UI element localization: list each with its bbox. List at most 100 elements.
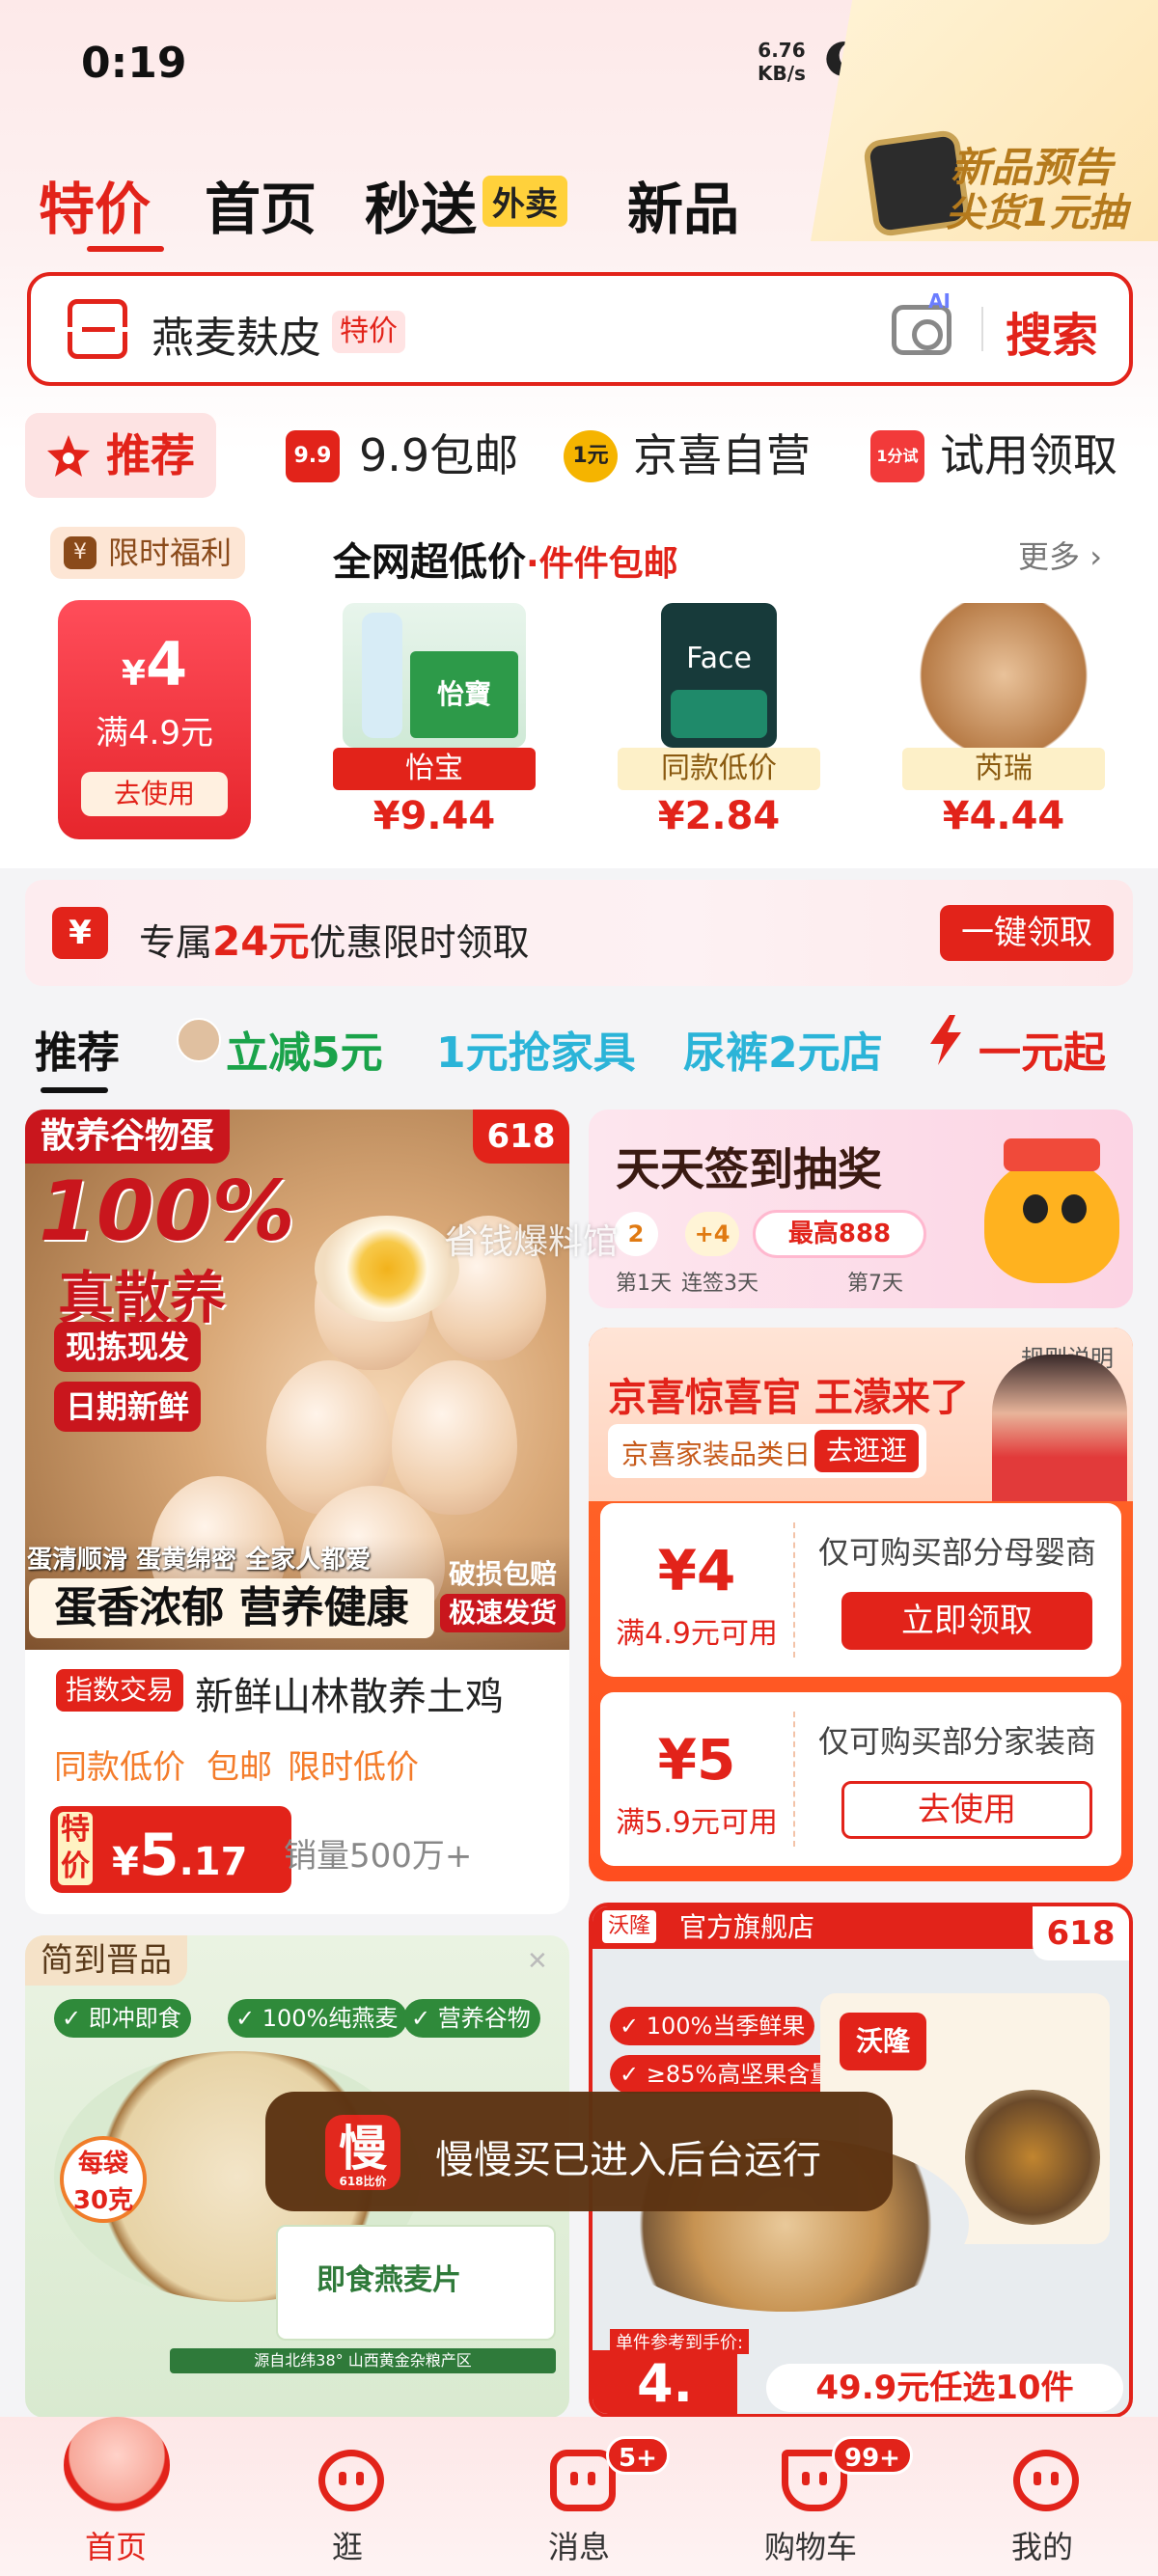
feed-tab-recommend[interactable]: 推荐	[35, 1018, 120, 1093]
category-jingxi-self[interactable]: 1元 京喜自营	[564, 413, 811, 498]
ai-label: AI	[928, 289, 951, 313]
egg-slogan: 蛋香浓郁 营养健康	[29, 1578, 434, 1638]
eggs-image	[912, 603, 1095, 748]
takeout-badge: 外卖	[482, 176, 567, 227]
checkin-title: 天天签到抽奖	[616, 1143, 882, 1195]
claim-now-button[interactable]: 立即领取	[841, 1592, 1092, 1650]
product-eggs[interactable]: 芮瑞 ¥4.44	[902, 603, 1105, 844]
egg-ribbon: 散养谷物蛋	[25, 1110, 231, 1164]
search-bar[interactable]: 燕麦麸皮 特价 AI 搜索	[27, 272, 1133, 386]
mascot-home-icon	[64, 2417, 170, 2513]
trial-icon: 1分试	[870, 430, 924, 482]
egg-strip: 蛋清顺滑 蛋黄绵密 全家人都爱	[27, 1546, 372, 1575]
nav-browse[interactable]: 逛	[261, 2417, 434, 2576]
egg-badge: 现拣现发	[54, 1322, 202, 1372]
messages-badge: 5+	[606, 2436, 670, 2475]
nav-profile-label: 我的	[1010, 2529, 1073, 2565]
oat-chip: ✓ 即冲即食	[54, 1999, 191, 2038]
nut-price: 4.	[593, 2350, 737, 2414]
store-tag: 指数交易	[56, 1669, 184, 1712]
nav-profile[interactable]: 我的	[955, 2417, 1129, 2576]
product-tissue[interactable]: Face 同款低价 ¥2.84	[618, 603, 820, 844]
active-tab-indicator	[87, 246, 164, 252]
browse-button[interactable]: 去逛逛	[814, 1430, 920, 1472]
bottom-navigation: 首页 逛 5+ 消息 99+ 购物车 我的	[0, 2417, 1158, 2576]
tab-special-price[interactable]: 特价	[39, 164, 151, 245]
tab-new-products[interactable]: 新品	[627, 164, 739, 245]
spokesperson-image	[992, 1355, 1127, 1501]
product-label: 芮瑞	[902, 748, 1105, 790]
product-tag: 包邮	[207, 1748, 272, 1787]
background-running-toast: 慢 618比价 慢慢买已进入后台运行	[265, 2092, 893, 2211]
product-tag: 同款低价	[54, 1748, 185, 1787]
yuan-icon: ¥	[52, 907, 108, 959]
coupon-use-button[interactable]: 去使用	[81, 772, 228, 816]
more-link[interactable]: 更多 ›	[1018, 533, 1102, 577]
feed-tabs: 推荐 立减5元 1元抢家具 尿裤2元店 一元起	[0, 1008, 1158, 1095]
checkin-day: 第7天	[847, 1272, 903, 1296]
nav-messages[interactable]: 5+ 消息	[492, 2417, 670, 2576]
tissue-image: Face	[661, 603, 777, 748]
egg-badge: 日期新鲜	[54, 1382, 202, 1432]
star-icon	[47, 435, 90, 477]
limited-welfare-tag: ¥ 限时福利	[50, 527, 246, 579]
nav-browse-label: 逛	[331, 2529, 363, 2565]
low-price-section: ¥ 限时福利 ¥4 满4.9元 去使用 全网超低价·件件包邮 更多 › 怡寶 怡…	[0, 511, 1158, 859]
checkin-chip: 2	[614, 1212, 658, 1256]
product-label: 怡宝	[333, 748, 536, 790]
feed-tab-diapers[interactable]: 尿裤2元店	[683, 1018, 883, 1080]
nav-cart[interactable]: 99+ 购物车	[724, 2417, 913, 2576]
banner-text: 专属24元优惠限时领取	[139, 918, 530, 965]
checkin-chip: +4	[685, 1212, 739, 1256]
promo-line2: 尖货1元抽	[946, 191, 1127, 235]
product-tag: 限时低价	[288, 1748, 419, 1787]
search-button[interactable]: 搜索	[1006, 297, 1098, 365]
coupon-item[interactable]: ¥4 满4.9元可用 仅可购买部分母婴商 立即领取	[600, 1503, 1121, 1677]
egg-ship: 破损包赔 极速发货	[440, 1555, 565, 1632]
watermark: 省钱爆料馆	[444, 1222, 619, 1262]
feed-tab-one-yuan[interactable]: 一元起	[979, 1018, 1106, 1080]
tab-home[interactable]: 首页	[205, 164, 317, 245]
exclusive-discount-banner[interactable]: ¥ 专属24元优惠限时领取 一键领取	[25, 880, 1133, 986]
status-time: 0:19	[81, 39, 187, 88]
product-price: ¥9.44	[372, 794, 496, 838]
new-product-promo[interactable]: 新品预告 尖货1元抽	[811, 0, 1158, 241]
nav-home[interactable]: 首页	[29, 2417, 203, 2576]
welfare-coupon[interactable]: ¥4 满4.9元 去使用	[58, 600, 251, 839]
coupon-condition: 满4.9元	[95, 714, 214, 753]
checkin-chip: 最高888	[753, 1210, 926, 1258]
browse-icon	[318, 2450, 384, 2511]
feed-tab-furniture[interactable]: 1元抢家具	[436, 1018, 636, 1080]
product-label: 同款低价	[618, 748, 820, 790]
category-9-9-free-shipping[interactable]: 9.9 9.9包邮	[286, 413, 518, 498]
close-icon[interactable]: ✕	[527, 1947, 548, 1976]
claim-all-button[interactable]: 一键领取	[940, 905, 1114, 961]
nav-home-label: 首页	[84, 2529, 147, 2565]
feed-tab-discount5[interactable]: 立减5元	[226, 1018, 383, 1080]
tab-instant-delivery[interactable]: 秒送	[365, 164, 477, 245]
scan-icon[interactable]	[65, 299, 134, 359]
manmanmai-app-icon: 慢 618比价	[325, 2115, 400, 2190]
cart-badge: 99+	[832, 2436, 913, 2475]
category-recommend[interactable]: 推荐	[25, 413, 216, 498]
section-title: 全网超低价·件件包邮	[333, 540, 678, 585]
avatar	[177, 1018, 221, 1062]
oat-package: 即食燕麦片	[276, 2225, 556, 2341]
one-yuan-icon: 1元	[564, 430, 618, 482]
nav-messages-label: 消息	[547, 2529, 610, 2565]
category-trial[interactable]: 1分试 试用领取	[870, 413, 1117, 498]
coupon-amount: ¥4	[121, 629, 188, 699]
egg-big-text: 100%	[39, 1164, 295, 1260]
checkin-card[interactable]: 天天签到抽奖 2 +4 最高888 第1天 连签3天 第7天	[589, 1110, 1133, 1308]
product-yibao[interactable]: 怡寶 怡宝 ¥9.44	[333, 603, 536, 844]
search-divider	[981, 307, 983, 351]
product-price: ¥4.44	[942, 794, 1065, 838]
coupon-card: 规则说明 京喜惊喜官 王濛来了 京喜家装品类日 去逛逛 ¥4 满4.9元可用 仅…	[589, 1328, 1133, 1881]
tag-618: 618	[473, 1110, 569, 1164]
use-coupon-button[interactable]: 去使用	[841, 1781, 1092, 1839]
product-price: ¥2.84	[657, 794, 781, 838]
store-name: 简到晋品	[25, 1935, 187, 1986]
coupon-item[interactable]: ¥5 满5.9元可用 仅可购买部分家装商 去使用	[600, 1692, 1121, 1866]
sales-count: 销量500万+	[284, 1837, 473, 1876]
search-input[interactable]: 燕麦麸皮	[152, 303, 321, 365]
